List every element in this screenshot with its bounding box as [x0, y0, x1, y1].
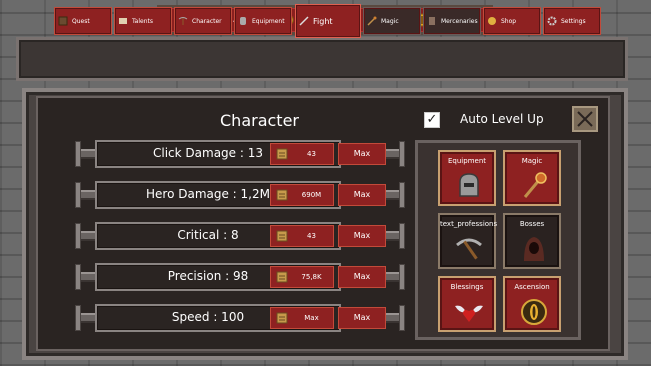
book-icon [58, 16, 68, 26]
grid-bosses[interactable]: Bosses [503, 213, 561, 269]
auto-level-label: Auto Level Up [460, 112, 544, 126]
stat-row-precision: Precision : 98 75,8K Max [75, 263, 405, 291]
scroll-icon [276, 312, 288, 324]
grid-ascension[interactable]: Ascension [503, 276, 561, 332]
sword-icon [299, 16, 309, 26]
winged-heart-icon [455, 305, 483, 322]
tab-talents[interactable]: Talents [114, 7, 172, 35]
scroll-icon [119, 18, 127, 24]
mercenary-icon [429, 17, 435, 25]
staff-icon [523, 172, 547, 198]
upgrade-cost-button[interactable]: 43 [270, 225, 334, 247]
max-button[interactable]: Max [338, 225, 386, 247]
pickaxe-icon [178, 17, 188, 25]
tab-shop[interactable]: Shop [483, 7, 541, 35]
scroll-icon [276, 189, 288, 201]
stat-row-hero-damage: Hero Damage : 1,2M 690M Max [75, 181, 405, 209]
grid-magic[interactable]: Magic [503, 150, 561, 206]
upgrade-cost-button[interactable]: 690M [270, 184, 334, 206]
stat-row-speed: Speed : 100 Max Max [75, 304, 405, 332]
auto-level-checkbox[interactable]: ✓ [424, 112, 440, 128]
tab-fight[interactable]: Fight [295, 4, 361, 38]
staff-icon [367, 16, 377, 26]
tab-settings[interactable]: Settings [543, 7, 601, 35]
hooded-boss-icon [524, 237, 544, 261]
gear-icon [547, 16, 557, 26]
max-button[interactable]: Max [338, 307, 386, 329]
coin-icon [488, 17, 496, 25]
upgrade-cost-button[interactable]: Max [270, 307, 334, 329]
stat-row-click-damage: Click Damage : 13 43 Max [75, 140, 405, 168]
helmet-icon [240, 17, 246, 25]
tab-mercenaries[interactable]: Mercenaries [423, 7, 481, 35]
tab-bar [16, 37, 628, 81]
close-button[interactable] [570, 104, 600, 134]
max-button[interactable]: Max [338, 266, 386, 288]
tab-quest[interactable]: Quest [54, 7, 112, 35]
panel-title: Character [220, 111, 299, 130]
ascension-eye-icon [521, 299, 547, 325]
stat-row-critical: Critical : 8 43 Max [75, 222, 405, 250]
close-icon [577, 111, 593, 127]
scroll-icon [276, 271, 288, 283]
max-button[interactable]: Max [338, 143, 386, 165]
scroll-icon [276, 230, 288, 242]
upgrade-cost-button[interactable]: 43 [270, 143, 334, 165]
upgrade-cost-button[interactable]: 75,8K [270, 266, 334, 288]
tab-equipment[interactable]: Equipment [234, 7, 292, 35]
scroll-icon [276, 148, 288, 160]
tab-character[interactable]: Character [174, 7, 232, 35]
helmet-icon [459, 173, 479, 197]
grid-blessings[interactable]: Blessings [438, 276, 496, 332]
max-button[interactable]: Max [338, 184, 386, 206]
grid-professions[interactable]: text_professions [438, 213, 497, 269]
tab-magic[interactable]: Magic [363, 7, 421, 35]
pickaxe-icon [456, 238, 482, 260]
grid-equipment[interactable]: Equipment [438, 150, 496, 206]
